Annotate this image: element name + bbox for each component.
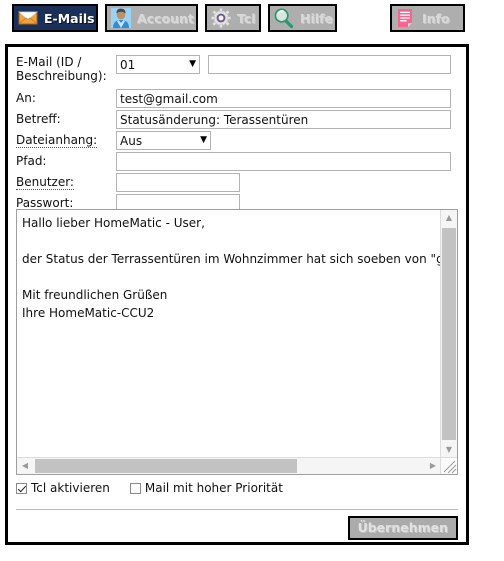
scroll-up-button[interactable]: ▲ bbox=[441, 210, 457, 226]
dateianhang-select-value: Aus bbox=[120, 133, 143, 148]
betreff-label: Betreff: bbox=[16, 112, 61, 126]
an-input[interactable] bbox=[116, 89, 451, 108]
email-settings-panel: E-Mail (ID / Beschreibung): 01 ▼ An: Bet… bbox=[5, 44, 469, 545]
benutzer-input[interactable] bbox=[116, 173, 240, 192]
scroll-left-button[interactable]: ◀ bbox=[17, 458, 33, 474]
dateianhang-select[interactable]: Aus ▼ bbox=[116, 131, 211, 150]
tab-label: E-Mails bbox=[44, 10, 95, 26]
email-id-select-value: 01 bbox=[120, 57, 136, 72]
row-email-id: E-Mail (ID / Beschreibung): 01 ▼ bbox=[8, 55, 466, 85]
tab-bar: E-Mails Account Tcl Hilfe Info bbox=[0, 0, 504, 40]
tab-label: Hilfe bbox=[300, 10, 333, 26]
message-body-container: ▲ ▼ ◀ ▶ bbox=[16, 209, 458, 475]
vertical-scrollbar[interactable]: ▲ ▼ bbox=[440, 210, 457, 458]
checkbox-mail-hohe-prioritaet[interactable]: Mail mit hoher Priorität bbox=[129, 481, 283, 495]
tab-emails[interactable]: E-Mails bbox=[12, 4, 98, 32]
benutzer-label: Benutzer: bbox=[16, 175, 74, 190]
email-id-label-line1: E-Mail (ID / bbox=[16, 55, 82, 69]
row-pfad: Pfad: bbox=[8, 152, 466, 172]
tab-label: Account bbox=[137, 10, 194, 26]
checkbox-label: Mail mit hoher Priorität bbox=[144, 481, 283, 495]
resize-grip[interactable] bbox=[440, 457, 457, 474]
scroll-down-button[interactable]: ▼ bbox=[441, 442, 457, 458]
row-an: An: bbox=[8, 89, 466, 109]
row-benutzer: Benutzer: bbox=[8, 173, 466, 193]
user-icon bbox=[111, 8, 131, 28]
apply-button[interactable]: Übernehmen bbox=[347, 516, 458, 540]
document-icon bbox=[396, 8, 416, 28]
tab-account[interactable]: Account bbox=[105, 4, 198, 32]
checkbox-box[interactable] bbox=[16, 482, 27, 494]
footer-actions: Übernehmen bbox=[16, 509, 458, 542]
chevron-down-icon: ▼ bbox=[189, 59, 196, 69]
triangle-left-icon: ◀ bbox=[21, 461, 29, 470]
tab-label: Tcl bbox=[237, 10, 256, 26]
checkbox-box[interactable] bbox=[129, 482, 141, 494]
triangle-down-icon: ▼ bbox=[445, 445, 453, 454]
passwort-label: Passwort: bbox=[16, 196, 74, 210]
tab-info[interactable]: Info bbox=[390, 4, 465, 32]
tab-hilfe[interactable]: Hilfe bbox=[268, 4, 337, 32]
email-description-input[interactable] bbox=[208, 55, 451, 74]
chevron-down-icon: ▼ bbox=[200, 135, 207, 145]
magnifier-icon bbox=[274, 8, 294, 29]
tab-label: Info bbox=[422, 10, 450, 26]
scroll-right-button[interactable]: ▶ bbox=[425, 458, 441, 474]
message-body-textarea[interactable] bbox=[17, 210, 441, 458]
row-betreff: Betreff: bbox=[8, 110, 466, 130]
horizontal-scrollbar-thumb[interactable] bbox=[35, 459, 297, 473]
dateianhang-label: Dateianhang: bbox=[16, 133, 98, 148]
pfad-input[interactable] bbox=[116, 152, 451, 171]
horizontal-scrollbar[interactable]: ◀ ▶ bbox=[17, 457, 441, 474]
checkbox-tcl-aktivieren[interactable]: Tcl aktivieren bbox=[16, 481, 110, 495]
email-id-select[interactable]: 01 ▼ bbox=[116, 55, 200, 74]
triangle-up-icon: ▲ bbox=[445, 213, 453, 222]
betreff-input[interactable] bbox=[116, 110, 451, 129]
vertical-scrollbar-thumb[interactable] bbox=[442, 228, 456, 440]
pfad-label: Pfad: bbox=[16, 154, 47, 168]
envelope-icon bbox=[18, 8, 38, 28]
gear-icon bbox=[211, 8, 231, 28]
tab-tcl[interactable]: Tcl bbox=[205, 4, 261, 32]
an-label: An: bbox=[16, 91, 36, 105]
checkbox-label: Tcl aktivieren bbox=[31, 481, 110, 495]
options-row: Tcl aktivieren Mail mit hoher Priorität bbox=[16, 481, 283, 495]
triangle-right-icon: ▶ bbox=[429, 461, 437, 470]
row-dateianhang: Dateianhang: Aus ▼ bbox=[8, 131, 466, 151]
email-id-label-line2: Beschreibung): bbox=[16, 69, 107, 83]
